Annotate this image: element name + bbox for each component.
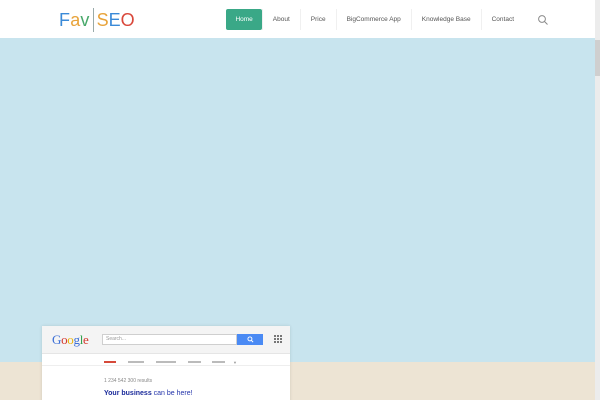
site-header: Fav SEO Home About Price BigCommerce App… [0,0,600,38]
apps-grid-icon[interactable] [274,335,282,343]
google-search-input[interactable]: Search... [102,334,237,345]
google-tab[interactable] [128,361,144,363]
google-tab[interactable] [212,361,225,363]
logo-fav: Fav [59,9,90,30]
logo-seo: SEO [96,9,135,30]
search-icon [246,336,253,343]
nav-knowledge-base[interactable]: Knowledge Base [410,9,481,30]
google-tab[interactable] [188,361,201,363]
first-result-rest: can be here! [151,390,193,397]
scrollbar-thumb[interactable] [595,40,600,76]
google-logo: Google [52,332,89,347]
site-logo[interactable]: Fav SEO [59,8,135,32]
logo-divider [92,8,94,32]
first-result-bold: Your business [104,390,152,397]
google-mockup-card: Google Search... ▼ 1 234 542 300 results… [42,326,290,400]
page-scrollbar[interactable] [595,0,600,400]
first-result[interactable]: Your business can be here! [104,390,193,397]
tabs-divider [42,365,290,366]
google-toolbar: Google Search... [42,326,290,354]
nav-home[interactable]: Home [226,9,262,30]
google-tab[interactable] [156,361,176,363]
nav-contact[interactable]: Contact [480,9,524,30]
results-count: 1 234 542 300 results [104,378,153,384]
nav-price[interactable]: Price [299,9,336,30]
search-icon[interactable] [537,13,549,25]
google-search-button[interactable] [237,334,263,345]
nav-about[interactable]: About [261,9,300,30]
main-nav: Home About Price BigCommerce App Knowled… [226,9,524,30]
nav-bigcommerce-app[interactable]: BigCommerce App [335,9,411,30]
google-tab-active[interactable] [104,361,116,363]
